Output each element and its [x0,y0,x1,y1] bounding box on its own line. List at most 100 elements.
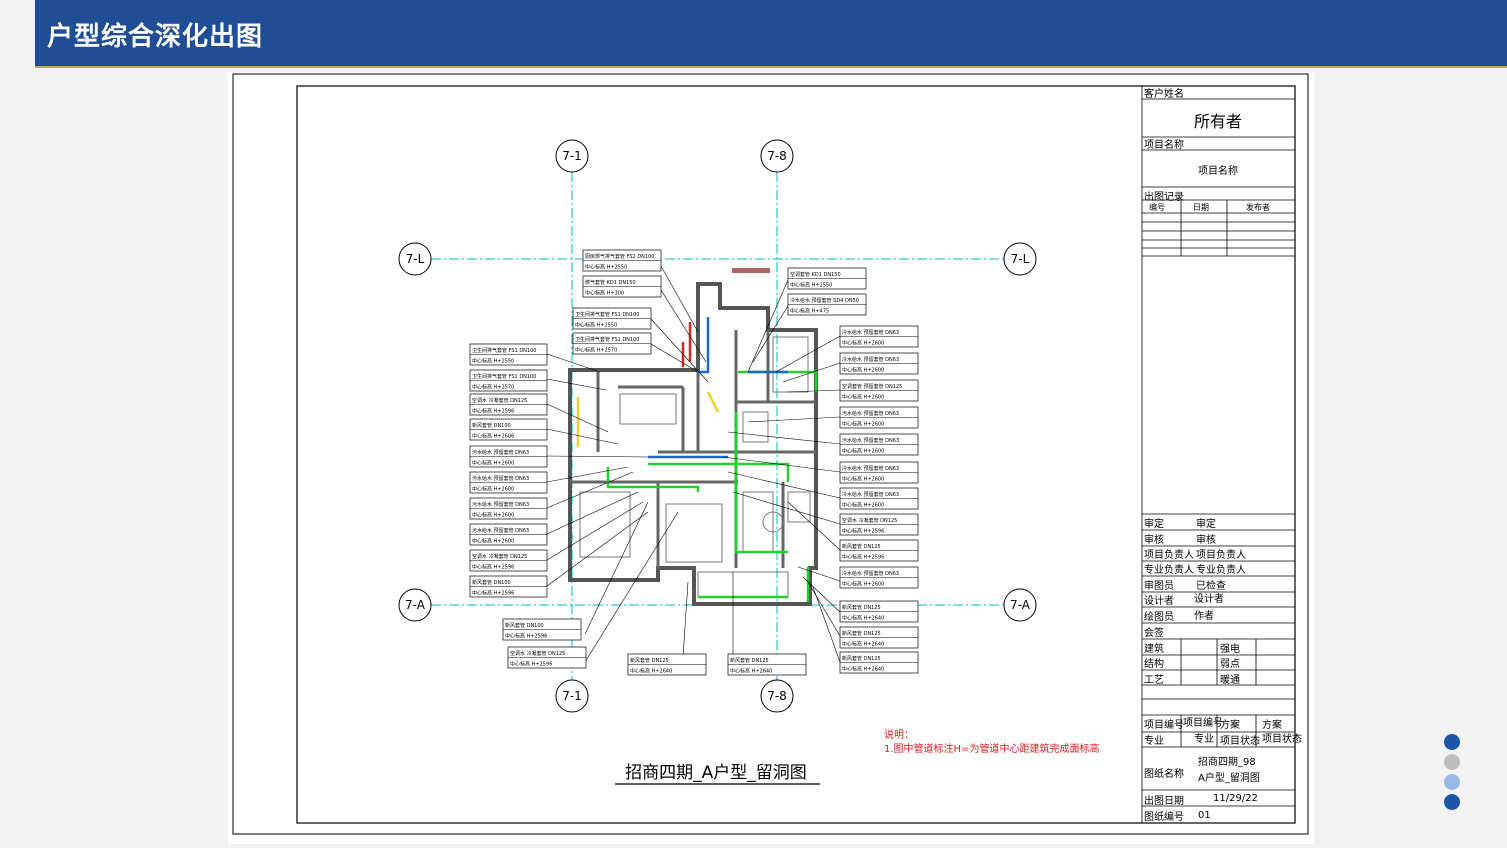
pipe-tag-text: 中心标高 H+300 [585,290,624,297]
pipe-tag: 污水给水 预留套管 DN63 中心标高 H+2600 [469,445,548,468]
role-value: 审定 [1196,517,1216,530]
pipe-tag-text: 新风套管 DN125 [842,630,881,637]
pipe-tag: 空调水 冷凝套管 DN125 中心标高 H+2596 [507,646,587,669]
pipe-tag-text: 空调水 冷凝套管 DN125 [472,397,527,404]
pipe-tag: 空调水 冷凝套管 DN125 中心标高 H+2596 [839,513,919,536]
pipe-tag: 冷水给水 预留套管 DN63 中心标高 H+2600 [839,566,919,589]
pipe-tag-text: 中心标高 H+2600 [472,460,514,467]
pipe-tag-text: 冷水给水 预留套管 DN63 [842,329,899,336]
pipe-tag: 污水给水 预留套管 DN63 中心标高 H+2600 [469,471,548,494]
sheet-no-label: 图纸编号 [1144,810,1184,823]
pipe-tag: 冷水给水 预留套管 DN63 中心标高 H+2600 [839,352,919,375]
axis-label: 7-8 [767,689,787,703]
pipe-tag: 新风套管 DN125 中心标高 H+2640 [839,651,919,674]
pipe-tag: 空调水 冷凝套管 DN125 中心标高 H+2596 [469,393,548,416]
axis-label: 7-L [1011,252,1030,266]
pipe-tag: 新风套管 DN125 中心标高 H+2640 [727,653,807,676]
pipe-tag: 污水给水 预留套管 DN63 中心标高 H+2600 [469,497,548,520]
pipe-tag-text: 中心标高 H+2640 [730,668,772,675]
pipe-tags-left: 卫生间排气套管 FS1 DN100中心标高 H+2550卫生间排气套管 FS1 … [469,343,548,598]
axis-label: 7-A [405,598,426,612]
pipe-tag: 污水给水 预留套管 DN63 中心标高 H+2600 [839,433,919,456]
pipe-tag-text: 新风套管 DN125 [842,543,881,550]
countersign-left: 结构 [1144,657,1164,670]
pagination-dot[interactable] [1444,794,1460,810]
pipe-tag: 污水给水 预留套管 DN63 中心标高 H+2600 [839,406,919,429]
drawing-name-line2: A户型_留洞图 [1198,771,1260,784]
role-label: 设计者 [1144,594,1174,607]
pipe-tag: 新风套管 DN125 中心标高 H+2640 [839,600,919,623]
pipe-tag-text: 污水给水 预留套管 DN63 [472,449,529,456]
pipe-tag-text: 卫生间排气套管 FS1 DN100 [472,347,536,354]
pipe-tag-text: 污水给水 预留套管 DN63 [842,410,899,417]
pipe-tag-text: 冷水给水 预留套管 DN63 [842,491,899,498]
pipe-tag-text: 中心标高 H+2596 [510,661,552,668]
pipe-tag-text: 冷水给水 预留套管 DN63 [842,356,899,363]
pipe-tag-text: 卫生间排气套管 FS1 DN100 [575,336,639,343]
date-label: 出图日期 [1144,794,1184,807]
pipe-tag-text: 中心标高 H+2640 [630,668,672,675]
issue-header: 日期 [1193,203,1209,212]
project-no-value: 项目编号 [1183,716,1223,729]
role-value: 项目负责人 [1196,548,1246,561]
client-value: 所有者 [1194,112,1242,131]
sheet-no-value: 01 [1198,810,1211,821]
countersign-label: 会签 [1144,626,1164,639]
role-value: 设计者 [1194,592,1224,605]
pipe-tag-text: 中心标高 H+2600 [472,486,514,493]
pipe-tag: 冷水给水 预留套管 SD4 DN50 中心标高 H+475 [787,293,867,316]
issue-label: 出图记录 [1144,190,1184,203]
slide-pagination [1444,734,1464,814]
pipe-tag-text: 中心标高 H+2600 [842,448,884,455]
pipe-tag-text: 中心标高 H+2550 [585,264,627,271]
pipe-tag-text: 中心标高 H+2600 [842,394,884,401]
pipe-tag: 新风套管 DN100 中心标高 H+2606 [469,418,548,441]
pipe-tag: 空调套管 KD1 DN150 中心标高 H+2550 [787,267,867,290]
pipe-tag-text: 新风套管 DN125 [730,657,769,664]
pipe-tag-text: 空调套管 KD1 DN150 [790,271,841,278]
scheme-value: 方案 [1262,718,1282,731]
pipe-tag-text: 中心标高 H+2570 [575,347,617,354]
pipe-tag-text: 中心标高 H+2640 [842,615,884,622]
pagination-dot[interactable] [1444,774,1460,790]
pipe-tag-text: 中心标高 H+2600 [842,421,884,428]
pipe-tag-text: 新风套管 DN100 [505,622,544,629]
drawing-name-label: 图纸名称 [1144,767,1184,780]
pipe-tag-text: 中心标高 H+2550 [790,282,832,289]
pipe-tag: 卫生间排气套管 FS1 DN100 中心标高 H+2570 [572,332,652,355]
pipe-tag-text: 污水给水 预留套管 DN63 [472,527,529,534]
pipe-tag: 新风套管 DN125 中心标高 H+2640 [627,653,707,676]
countersign-left: 工艺 [1144,674,1164,686]
pipe-tag-text: 燃气套管 KD1 DN150 [585,279,636,286]
pipe-tag-text: 中心标高 H+2596 [842,554,884,561]
pipe-tag: 燃气套管 KD1 DN150 中心标高 H+300 [582,275,662,298]
pipe-tag-text: 中心标高 H+2600 [842,367,884,374]
status-label: 项目状态 [1220,734,1260,747]
role-label: 审核 [1144,533,1164,546]
pipe-tag-text: 新风套管 DN100 [472,579,511,586]
pagination-dot[interactable] [1444,734,1460,750]
discipline-value: 专业 [1194,732,1214,745]
role-value: 审核 [1196,533,1216,546]
pipe-tag-text: 空调套管 预留套管 DN125 [842,383,902,390]
pipe-tag-text: 污水给水 预留套管 DN63 [472,501,529,508]
pipe-tag-text: 中心标高 H+2640 [842,666,884,673]
pipe-tag-text: 冷水给水 预留套管 SD4 DN50 [790,297,859,304]
pipe-tag-text: 中心标高 H+2600 [842,476,884,483]
scheme-label: 方案 [1220,718,1240,731]
role-label: 绘图员 [1144,610,1174,623]
drawing-title: 招商四期_A户型_留洞图 [625,763,807,783]
pipe-tag: 新风套管 DN100 中心标高 H+2596 [502,618,582,641]
pipe-tag-text: 卫生间排气套管 FS1 DN100 [575,311,639,318]
pipe-tag: 冷水给水 预留套管 DN63 中心标高 H+2600 [839,461,919,484]
pipe-tag-text: 中心标高 H+2596 [472,408,514,415]
axis-label: 7-1 [562,689,582,703]
pipe-tag-text: 中心标高 H+2596 [505,633,547,640]
drawing-name-line1: 招商四期_98 [1198,755,1256,768]
pipe-tag-text: 冷水给水 预留套管 DN63 [842,465,899,472]
pipe-tag-text: 中心标高 H+2550 [575,322,617,329]
pipe-tag-text: 中心标高 H+2600 [842,340,884,347]
pipe-tag-text: 卫生间排气套管 FS1 DN100 [472,373,536,380]
pagination-dot[interactable] [1444,754,1460,770]
pipe-tag-text: 中心标高 H+2606 [472,433,514,440]
